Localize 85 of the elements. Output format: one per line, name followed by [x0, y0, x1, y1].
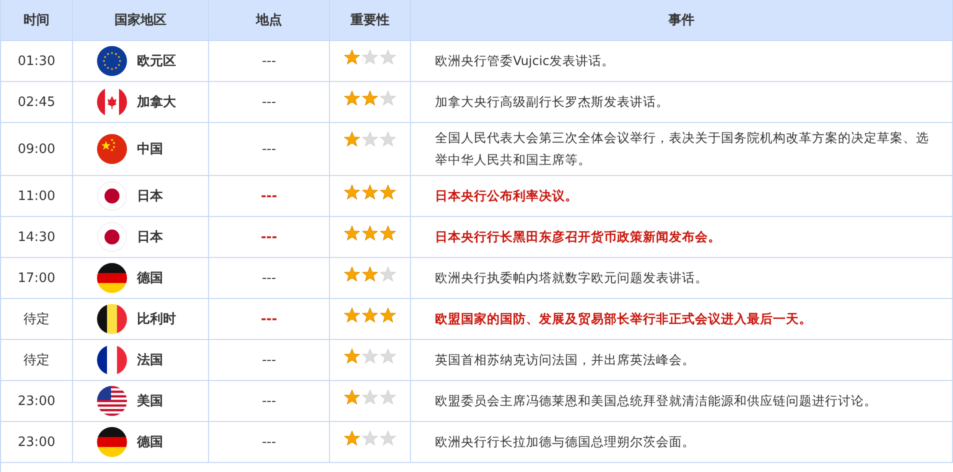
filled-star-icon — [380, 307, 396, 323]
time-cell: 待定 — [1, 299, 73, 339]
event-cell: 欧洲央行执委帕内塔就数字欧元问题发表讲话。 — [411, 258, 953, 298]
empty-star-icon — [380, 389, 396, 405]
event-cell: 欧洲央行管委Vujcic发表讲话。 — [411, 41, 953, 81]
empty-star-icon — [380, 430, 396, 446]
empty-star-icon — [362, 348, 378, 364]
event-cell: 欧洲央行行长拉加德与德国总理朔尔茨会面。 — [411, 422, 953, 462]
country-name: 日本 — [137, 188, 163, 205]
time-cell: 23:00 — [1, 381, 73, 421]
empty-star-icon — [362, 430, 378, 446]
time-cell: 17:00 — [1, 258, 73, 298]
place-cell: --- — [209, 299, 330, 339]
time-cell: 23:00 — [1, 422, 73, 462]
filled-star-icon — [344, 131, 360, 147]
column-header: 事件 — [411, 0, 953, 40]
empty-star-icon — [380, 348, 396, 364]
empty-star-icon — [362, 389, 378, 405]
event-cell: 全国人民代表大会第三次全体会议举行，表决关于国务院机构改革方案的决定草案、选举中华人民共和国主席等。 — [411, 123, 953, 175]
column-header: 重要性 — [330, 0, 411, 40]
flag-icon — [97, 386, 127, 416]
time-cell: 09:00 — [1, 123, 73, 175]
time-cell: 待定 — [1, 340, 73, 380]
flag-icon — [97, 134, 127, 164]
place-cell: --- — [209, 123, 330, 175]
empty-star-icon — [380, 90, 396, 106]
empty-star-icon — [362, 49, 378, 65]
country-name: 中国 — [137, 141, 163, 158]
flag-icon — [97, 304, 127, 334]
place-cell: --- — [209, 258, 330, 298]
time-cell: 02:45 — [1, 82, 73, 122]
place-cell: --- — [209, 41, 330, 81]
event-cell: 欧盟委员会主席冯德莱恩和美国总统拜登就清洁能源和供应链问题进行讨论。 — [411, 381, 953, 421]
event-cell: 加拿大央行高级副行长罗杰斯发表讲话。 — [411, 82, 953, 122]
column-header: 地点 — [209, 0, 330, 40]
time-cell: 11:00 — [1, 176, 73, 216]
filled-star-icon — [362, 307, 378, 323]
flag-icon — [97, 263, 127, 293]
flag-icon — [97, 46, 127, 76]
place-cell: --- — [209, 340, 330, 380]
empty-star-icon — [380, 131, 396, 147]
event-cell: 日本央行行长黑田东彦召开货币政策新闻发布会。 — [411, 217, 953, 257]
country-name: 欧元区 — [137, 53, 176, 70]
filled-star-icon — [380, 184, 396, 200]
event-cell: 欧盟国家的国防、发展及贸易部长举行非正式会议进入最后一天。 — [411, 299, 953, 339]
flag-icon — [97, 427, 127, 457]
filled-star-icon — [380, 225, 396, 241]
event-cell: 英国首相苏纳克访问法国，并出席英法峰会。 — [411, 340, 953, 380]
column-header: 时间 — [1, 0, 73, 40]
empty-star-icon — [362, 131, 378, 147]
filled-star-icon — [362, 90, 378, 106]
filled-star-icon — [344, 225, 360, 241]
time-cell: 14:30 — [1, 217, 73, 257]
country-name: 法国 — [137, 352, 163, 369]
flag-icon — [97, 87, 127, 117]
filled-star-icon — [344, 307, 360, 323]
flag-icon — [97, 222, 127, 252]
place-cell: --- — [209, 176, 330, 216]
country-name: 加拿大 — [137, 94, 176, 111]
flag-icon — [97, 345, 127, 375]
filled-star-icon — [362, 266, 378, 282]
filled-star-icon — [344, 389, 360, 405]
empty-star-icon — [380, 266, 396, 282]
place-cell: --- — [209, 381, 330, 421]
filled-star-icon — [344, 184, 360, 200]
event-cell: 日本央行公布利率决议。 — [411, 176, 953, 216]
country-name: 德国 — [137, 434, 163, 451]
column-header: 国家地区 — [73, 0, 209, 40]
place-cell: --- — [209, 422, 330, 462]
time-cell: 01:30 — [1, 41, 73, 81]
filled-star-icon — [344, 266, 360, 282]
country-name: 日本 — [137, 229, 163, 246]
filled-star-icon — [362, 184, 378, 200]
filled-star-icon — [344, 430, 360, 446]
filled-star-icon — [344, 49, 360, 65]
filled-star-icon — [344, 348, 360, 364]
place-cell: --- — [209, 217, 330, 257]
place-cell: --- — [209, 82, 330, 122]
filled-star-icon — [344, 90, 360, 106]
country-name: 美国 — [137, 392, 163, 410]
empty-star-icon — [380, 49, 396, 65]
country-name: 德国 — [137, 270, 163, 287]
country-name: 比利时 — [137, 311, 176, 328]
filled-star-icon — [362, 225, 378, 241]
flag-icon — [97, 181, 127, 211]
